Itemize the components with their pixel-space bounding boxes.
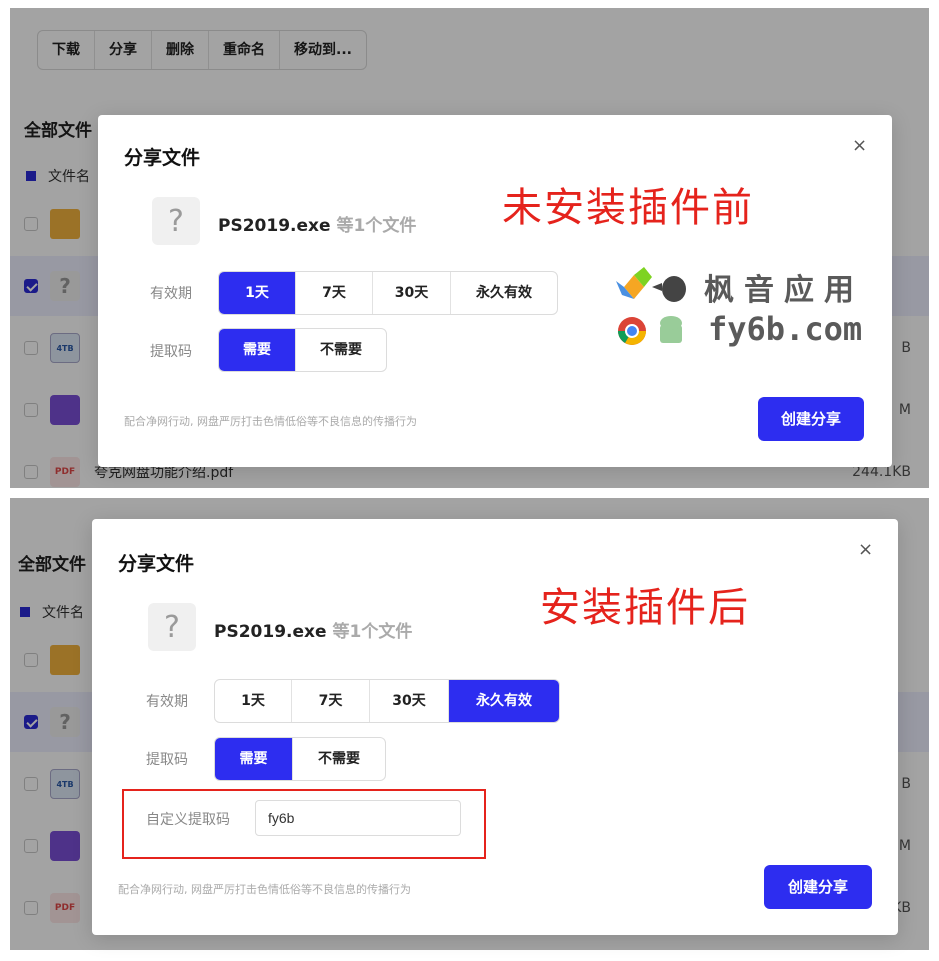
annotation-after: 安装插件后 xyxy=(540,585,750,631)
file-name-text: PS2019.exe xyxy=(214,622,327,642)
folder-icon xyxy=(50,645,80,675)
row-checkbox[interactable] xyxy=(24,715,38,729)
select-all-checkbox[interactable] xyxy=(26,171,36,181)
annotation-before: 未安装插件前 xyxy=(502,185,754,231)
app-file-icon xyxy=(50,831,80,861)
pdf-file-icon: PDF xyxy=(50,457,80,487)
file-size: M xyxy=(898,402,911,418)
validity-option-permanent[interactable]: 永久有效 xyxy=(451,272,557,314)
file-name-text: PS2019.exe xyxy=(218,216,331,236)
share-button[interactable]: 分享 xyxy=(95,31,152,69)
close-icon[interactable]: × xyxy=(858,539,873,560)
row-checkbox[interactable] xyxy=(24,403,38,417)
dialog-title: 分享文件 xyxy=(118,553,195,575)
custom-code-input[interactable]: fy6b xyxy=(255,800,461,836)
share-dialog-before: 分享文件 × 未安装插件前 ? PS2019.exe 等1个文件 有效期 1天 7… xyxy=(98,115,892,467)
validity-option-1day[interactable]: 1天 xyxy=(215,680,292,722)
shared-file-name: PS2019.exe 等1个文件 xyxy=(214,617,412,642)
unknown-file-icon: ? xyxy=(50,707,80,737)
file-toolbar: 下载 分享 删除 重命名 移动到... xyxy=(37,30,367,70)
validity-label: 有效期 xyxy=(146,694,188,710)
watermark-line1: 枫音应用 xyxy=(704,273,864,308)
folder-icon xyxy=(50,209,80,239)
filename-column-header[interactable]: 文件名 xyxy=(26,166,90,186)
section-title: 全部文件 xyxy=(18,555,86,575)
validity-selector: 1天 7天 30天 永久有效 xyxy=(218,271,558,315)
rename-button[interactable]: 重命名 xyxy=(209,31,280,69)
file-count-text: 等1个文件 xyxy=(332,622,413,642)
watermark: 枫音应用 fy6b.com xyxy=(614,265,864,349)
validity-option-30days[interactable]: 30天 xyxy=(370,680,449,722)
validity-option-1day[interactable]: 1天 xyxy=(219,272,296,314)
row-checkbox[interactable] xyxy=(24,279,38,293)
move-to-button[interactable]: 移动到... xyxy=(280,31,366,69)
row-checkbox[interactable] xyxy=(24,653,38,667)
unknown-file-icon: ? xyxy=(152,197,200,245)
validity-option-7days[interactable]: 7天 xyxy=(296,272,373,314)
pdf-file-icon: PDF xyxy=(50,893,80,923)
code-label: 提取码 xyxy=(146,752,188,768)
create-share-button[interactable]: 创建分享 xyxy=(758,397,864,441)
row-checkbox[interactable] xyxy=(24,217,38,231)
policy-note: 配合净网行动, 网盘严厉打击色情低俗等不良信息的传播行为 xyxy=(118,883,411,896)
filename-column-header[interactable]: 文件名 xyxy=(20,602,84,622)
code-label: 提取码 xyxy=(150,344,192,360)
unknown-file-icon: ? xyxy=(148,603,196,651)
file-count-text: 等1个文件 xyxy=(336,216,417,236)
row-checkbox[interactable] xyxy=(24,341,38,355)
filename-header-label: 文件名 xyxy=(42,605,84,621)
close-icon[interactable]: × xyxy=(852,135,867,156)
share-dialog-after: 分享文件 × 安装插件后 ? PS2019.exe 等1个文件 有效期 1天 7天… xyxy=(92,519,898,935)
validity-option-7days[interactable]: 7天 xyxy=(292,680,370,722)
code-option-required[interactable]: 需要 xyxy=(219,329,296,371)
file-size: B xyxy=(901,340,911,356)
shared-file-name: PS2019.exe 等1个文件 xyxy=(218,211,416,236)
app-file-icon xyxy=(50,395,80,425)
file-size: M xyxy=(898,838,911,854)
section-title: 全部文件 xyxy=(24,121,92,141)
code-option-not-required[interactable]: 不需要 xyxy=(293,738,385,780)
row-checkbox[interactable] xyxy=(24,777,38,791)
dialog-title: 分享文件 xyxy=(124,147,201,169)
image-file-icon: 4TB xyxy=(50,333,80,363)
download-button[interactable]: 下载 xyxy=(38,31,95,69)
filename-header-label: 文件名 xyxy=(48,169,90,185)
custom-code-label: 自定义提取码 xyxy=(146,812,230,828)
code-option-required[interactable]: 需要 xyxy=(215,738,293,780)
logo-icon xyxy=(616,267,686,302)
row-checkbox[interactable] xyxy=(24,465,38,479)
validity-option-30days[interactable]: 30天 xyxy=(373,272,451,314)
file-size: B xyxy=(901,776,911,792)
delete-button[interactable]: 删除 xyxy=(152,31,209,69)
validity-selector: 1天 7天 30天 永久有效 xyxy=(214,679,560,723)
validity-option-permanent[interactable]: 永久有效 xyxy=(449,680,559,722)
validity-label: 有效期 xyxy=(150,286,192,302)
row-checkbox[interactable] xyxy=(24,839,38,853)
create-share-button[interactable]: 创建分享 xyxy=(764,865,872,909)
code-option-not-required[interactable]: 不需要 xyxy=(296,329,386,371)
select-all-checkbox[interactable] xyxy=(20,607,30,617)
code-selector: 需要 不需要 xyxy=(218,328,387,372)
row-checkbox[interactable] xyxy=(24,901,38,915)
chrome-android-icon xyxy=(618,316,682,345)
watermark-line2: fy6b.com xyxy=(708,310,863,348)
code-selector: 需要 不需要 xyxy=(214,737,386,781)
unknown-file-icon: ? xyxy=(50,271,80,301)
image-file-icon: 4TB xyxy=(50,769,80,799)
policy-note: 配合净网行动, 网盘严厉打击色情低俗等不良信息的传播行为 xyxy=(124,415,417,428)
